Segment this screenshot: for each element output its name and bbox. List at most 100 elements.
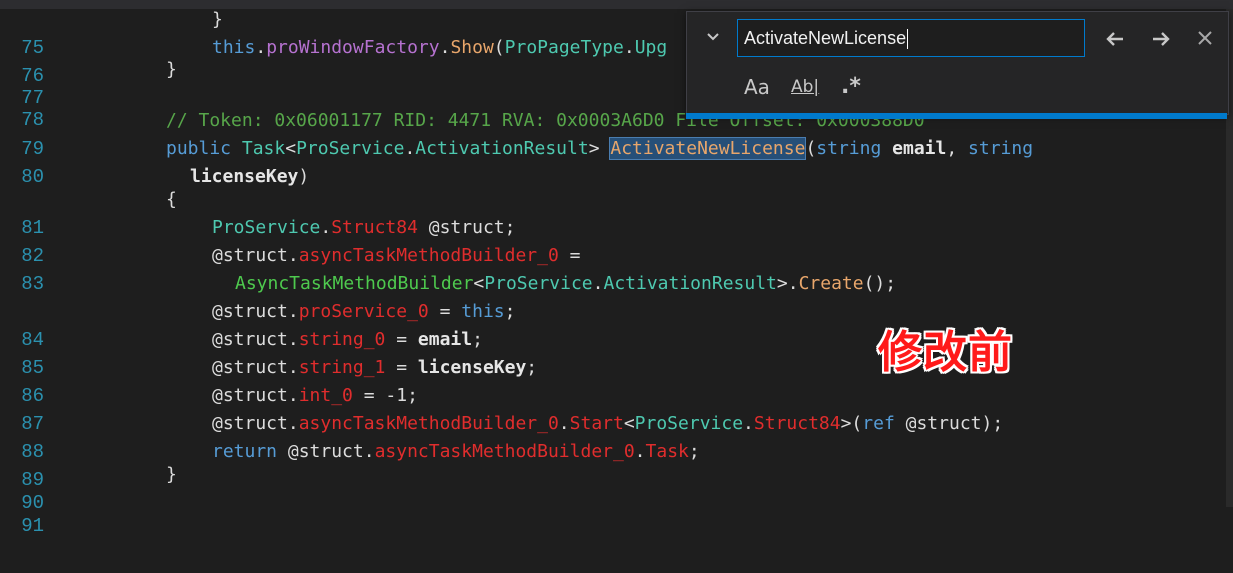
field: int_0 <box>298 385 353 406</box>
local: @struct. <box>212 385 299 406</box>
find-widget: ActivateNewLicense Aa Ab| .* <box>686 11 1229 115</box>
punct: = <box>428 301 462 322</box>
keyword: ref <box>862 413 895 434</box>
match-case-toggle[interactable]: Aa <box>744 74 770 100</box>
keyword: this <box>212 37 256 58</box>
punct: . <box>743 413 754 434</box>
regex-icon: .* <box>841 74 861 99</box>
whole-word-toggle[interactable]: Ab| <box>791 74 819 100</box>
brace: } <box>212 9 223 30</box>
punct: ; <box>688 441 700 462</box>
punct: = <box>558 245 581 266</box>
code-line: 80 public Task<ProService.ActivationResu… <box>0 135 1033 188</box>
code-line: 83 @struct.asyncTaskMethodBuilder_0 = <box>0 242 580 295</box>
type: ActivationResult <box>415 138 589 159</box>
local: @struct; <box>417 217 516 238</box>
type: ProPageType <box>504 37 624 58</box>
method: Create <box>798 273 864 294</box>
local: @struct. <box>212 329 299 350</box>
punct: . <box>439 37 451 58</box>
field: string_0 <box>298 329 386 350</box>
parameter: email <box>892 138 947 159</box>
type: ActivationResult <box>603 273 777 294</box>
field: asyncTaskMethodBuilder_0 <box>298 413 559 434</box>
punct: < <box>285 138 297 159</box>
punct: . <box>320 217 332 238</box>
type: Struct84 <box>753 413 841 434</box>
punct: . <box>634 441 646 462</box>
field: asyncTaskMethodBuilder_0 <box>298 245 559 266</box>
code-line: 75 } <box>0 6 223 59</box>
regex-toggle[interactable]: .* <box>841 74 861 100</box>
close-icon[interactable] <box>1191 26 1219 52</box>
code-line: 79 // Token: 0x06001177 RID: 4471 RVA: 0… <box>0 107 924 160</box>
punct: = <box>385 357 418 378</box>
type: ProService <box>634 413 744 434</box>
code-line: 84 @struct.proService_0 = this; <box>0 298 515 351</box>
punct: . <box>255 37 267 58</box>
parameter: licenseKey <box>417 357 527 378</box>
punct: ( <box>805 138 817 159</box>
method: Show <box>450 37 494 58</box>
brace: } <box>166 464 177 485</box>
match-case-icon: Aa <box>744 75 770 99</box>
arrow-right-icon[interactable] <box>1147 26 1175 52</box>
local: @struct. <box>277 441 375 462</box>
punct: . <box>623 37 635 58</box>
type: ProService <box>296 138 405 159</box>
find-widget-accent-bar <box>686 113 1227 119</box>
punct: ( <box>493 37 505 58</box>
keyword: string <box>968 138 1034 159</box>
chevron-down-icon[interactable] <box>701 28 725 52</box>
punct: . <box>558 413 570 434</box>
code-line: 87 @struct.int_0 = -1; <box>0 382 418 435</box>
code-line: 91 <box>0 484 44 537</box>
field: proService_0 <box>298 301 429 322</box>
brace: } <box>166 59 177 80</box>
type: Upg <box>634 37 668 58</box>
code-line: 88 @struct.asyncTaskMethodBuilder_0.Star… <box>0 410 1003 463</box>
local: @struct. <box>212 301 299 322</box>
punct: < <box>623 413 635 434</box>
punct: >. <box>776 273 799 294</box>
parameter: email <box>417 329 473 350</box>
search-input-value: ActivateNewLicense <box>744 28 907 48</box>
field: asyncTaskMethodBuilder_0 <box>374 441 635 462</box>
punct: . <box>404 138 416 159</box>
punct: ; <box>504 301 516 322</box>
local: @struct. <box>212 413 299 434</box>
code-line: 78 <box>0 78 44 131</box>
whole-word-icon: Ab| <box>791 77 820 97</box>
local: @struct. <box>212 245 299 266</box>
code-line: 86 @struct.string_1 = licenseKey; <box>0 354 537 407</box>
punct: (); <box>863 273 897 294</box>
code-line-wrapped: AsyncTaskMethodBuilder<ProService.Activa… <box>0 270 896 298</box>
keyword: return <box>212 441 278 462</box>
keyword: this <box>461 301 505 322</box>
type: ProService <box>212 217 321 238</box>
code-line: 82 ProService.Struct84 @struct; <box>0 214 515 267</box>
punct: , <box>946 138 969 159</box>
search-match-highlight: ActivateNewLicense <box>609 137 807 160</box>
arrow-left-icon[interactable] <box>1101 26 1129 52</box>
punct: = <box>385 329 418 350</box>
type: Task <box>241 138 286 159</box>
punct: >( <box>840 413 863 434</box>
search-input[interactable]: ActivateNewLicense <box>737 19 1085 57</box>
brace: { <box>166 189 177 210</box>
text-caret <box>907 29 909 50</box>
code-line: 81 { <box>0 186 177 239</box>
method: Start <box>569 413 624 434</box>
keyword: public <box>166 138 232 159</box>
type: AsyncTaskMethodBuilder <box>235 273 474 294</box>
type: Struct84 <box>331 217 418 238</box>
property: Task <box>645 441 689 462</box>
editor-top-bar <box>0 0 1233 9</box>
local: @struct. <box>212 357 299 378</box>
line-number: 91 <box>21 515 44 537</box>
keyword: string <box>816 138 882 159</box>
punct: ) <box>298 166 310 187</box>
punct: > <box>588 138 600 159</box>
punct: . <box>592 273 604 294</box>
punct: ; <box>526 357 538 378</box>
